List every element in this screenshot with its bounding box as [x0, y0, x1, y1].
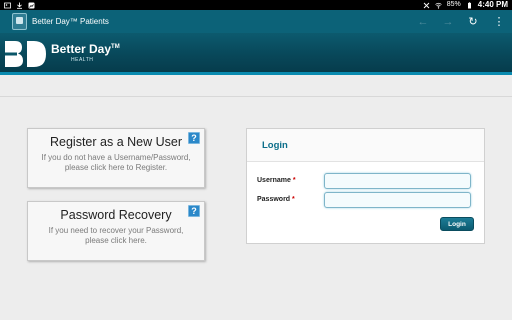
forward-button[interactable]: → — [438, 10, 458, 33]
gallery-icon — [28, 2, 35, 8]
more-vert-icon: ⋮ — [493, 16, 505, 28]
photo-icon — [4, 2, 11, 8]
login-title: Login — [262, 140, 288, 151]
download-icon — [17, 2, 22, 9]
content-divider — [0, 96, 512, 97]
required-mark: * — [292, 196, 295, 203]
battery-icon — [467, 1, 471, 8]
arrow-right-icon: → — [442, 15, 454, 28]
brand-name: Better DayTM — [51, 42, 120, 56]
help-icon[interactable]: ? — [188, 205, 200, 217]
login-panel: Login Username * Password * Login — [246, 128, 485, 244]
mute-icon — [423, 2, 430, 8]
help-icon[interactable]: ? — [188, 132, 200, 144]
battery-percent: 85% — [446, 1, 461, 8]
refresh-button[interactable]: ↻ — [463, 10, 483, 33]
username-input[interactable] — [324, 173, 471, 189]
back-button[interactable]: ← — [413, 10, 433, 33]
overflow-menu-button[interactable]: ⋮ — [489, 10, 509, 33]
status-bar: 85% 4:40 PM — [0, 0, 512, 10]
action-bar: Better Day™ Patients ← → ↻ ⋮ — [0, 10, 512, 33]
recovery-title: Password Recovery — [60, 208, 172, 222]
register-title: Register as a New User — [50, 135, 182, 149]
better-day-logo-icon — [5, 41, 46, 67]
app-title: Better Day™ Patients — [32, 17, 109, 26]
password-recovery-card[interactable]: Password Recovery If you need to recover… — [27, 201, 205, 261]
arrow-left-icon: ← — [417, 15, 429, 28]
refresh-icon: ↻ — [468, 16, 478, 28]
wifi-icon — [434, 2, 442, 9]
password-input[interactable] — [324, 192, 471, 208]
brand-subtitle: HEALTH — [71, 57, 94, 63]
password-label-text: Password — [257, 196, 291, 203]
clock: 4:40 PM — [477, 0, 508, 9]
brand-text: Better Day — [51, 42, 112, 56]
trademark-mark: TM — [111, 44, 120, 50]
login-button[interactable]: Login — [440, 217, 474, 231]
recovery-description: If you need to recover your Password, pl… — [48, 226, 184, 245]
required-mark: * — [292, 177, 296, 184]
username-label-text: Username — [257, 177, 291, 184]
register-card[interactable]: Register as a New User If you do not hav… — [27, 128, 205, 188]
app-icon[interactable] — [12, 13, 27, 30]
username-label: Username * — [257, 177, 296, 184]
header-banner: Better DayTM HEALTH — [0, 33, 512, 75]
register-description: If you do not have a Username/Password, … — [41, 153, 191, 172]
password-label: Password * — [257, 196, 295, 203]
